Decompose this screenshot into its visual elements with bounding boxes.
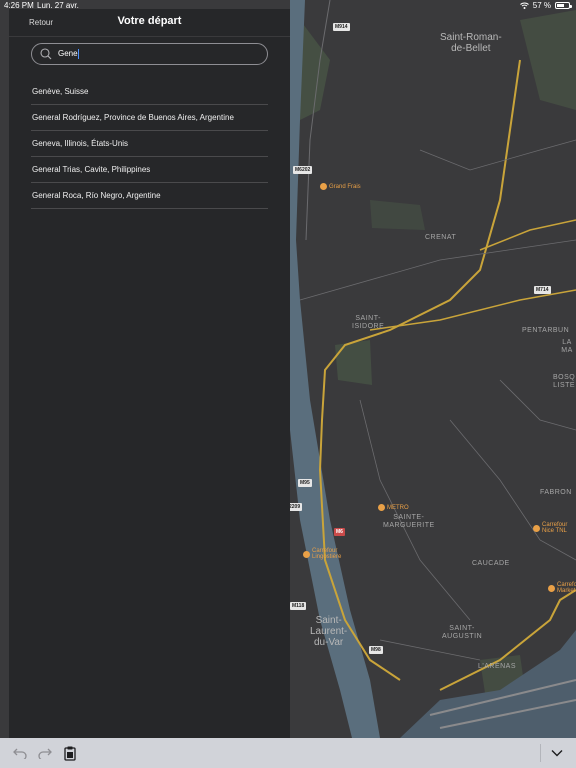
map-label-crenat: CRENAT [425, 234, 457, 241]
keyboard-shortcut-bar [0, 738, 576, 768]
map-label-la-ma: LA MA [561, 339, 573, 354]
search-result-item[interactable]: Genève, Suisse [31, 79, 268, 105]
search-text: Gene [58, 49, 78, 59]
result-label: General Roca, Río Negro, Argentine [32, 191, 161, 200]
map-label-sainte-marguerite: SAINTE- MARGUERITE [383, 514, 435, 529]
result-label: General Trias, Cavite, Philippines [32, 165, 151, 174]
undo-button[interactable] [12, 745, 28, 761]
hide-keyboard-button[interactable] [549, 745, 565, 761]
shopping-icon [320, 183, 327, 190]
map-label-fabron: FABRON [540, 489, 572, 496]
poi-carrefour-market[interactable]: Carrefour Market [548, 582, 576, 594]
battery-percent: 57 % [532, 1, 551, 10]
poi-grand-frais[interactable]: Grand Frais [320, 183, 361, 190]
search-field[interactable]: Gene [31, 43, 268, 65]
search-results: Genève, Suisse General Rodríguez, Provin… [31, 79, 268, 209]
map-label-saint-augustin: SAINT- AUGUSTIN [442, 625, 483, 640]
departure-panel: Retour Votre départ Gene Genève, Suisse … [9, 9, 290, 738]
shopping-icon [548, 584, 555, 592]
redo-icon [38, 748, 52, 759]
clipboard-icon [64, 746, 76, 761]
redo-button[interactable] [37, 745, 53, 761]
poi-label: Carrefour Nice TNL [542, 522, 568, 534]
road-shield-m6202: M6202 [293, 166, 313, 174]
poi-label: Carrefour Lingostière [312, 548, 342, 560]
search-result-item[interactable]: General Rodríguez, Province de Buenos Ai… [31, 105, 268, 131]
chevron-down-icon [551, 750, 563, 757]
panel-header: Retour Votre départ [9, 9, 290, 37]
panel-title: Votre départ [117, 15, 182, 27]
shopping-icon [303, 550, 310, 558]
map-label-arenas: L'ARÉNAS [478, 663, 517, 670]
text-caret [77, 49, 79, 59]
poi-metro[interactable]: METRO [378, 504, 409, 511]
map-label-saint-isidore: SAINT- ISIDORE [352, 315, 385, 330]
status-right: 57 % [519, 1, 572, 10]
toolbar-divider [540, 744, 541, 762]
search-icon [40, 48, 52, 60]
map-label-caucade: CAUCADE [472, 560, 510, 567]
poi-label: Carrefour Market [557, 582, 576, 594]
road-shield-m98: M98 [369, 646, 383, 654]
road-shield-m6: M6 [334, 528, 345, 536]
road-shield-m118: M118 [290, 602, 307, 610]
paste-button[interactable] [62, 745, 78, 761]
undo-icon [13, 748, 27, 759]
search-input-value[interactable]: Gene [58, 49, 79, 59]
road-shield-m95: M95 [298, 479, 312, 487]
poi-carrefour[interactable]: Carrefour Nice TNL [533, 522, 567, 534]
wifi-icon [519, 2, 529, 9]
result-label: General Rodríguez, Province de Buenos Ai… [32, 113, 234, 122]
map-label-bosq: BOSQ LISTE [553, 374, 576, 389]
result-label: Genève, Suisse [32, 87, 89, 96]
search-result-item[interactable]: General Trias, Cavite, Philippines [31, 157, 268, 183]
map-label-saint-laurent: Saint- Laurent- du-Var [310, 615, 348, 648]
poi-carrefour-lingostiere[interactable]: Carrefour Lingostière [303, 548, 341, 560]
shopping-icon [533, 524, 540, 532]
road-shield-m914: M914 [333, 23, 350, 31]
battery-fill [557, 4, 565, 7]
battery-icon [555, 2, 572, 9]
road-shield-m714: M714 [534, 286, 551, 294]
map-label-pentarbin: PENTARBUN [522, 327, 570, 334]
search-result-item[interactable]: General Roca, Río Negro, Argentine [31, 183, 268, 209]
shopping-icon [378, 504, 385, 511]
poi-label: METRO [387, 504, 409, 511]
poi-label: Grand Frais [329, 183, 361, 190]
map-label-saint-roman: Saint-Roman- de-Bellet [440, 32, 502, 54]
result-label: Geneva, Illinois, États-Unis [32, 139, 129, 148]
search-result-item[interactable]: Geneva, Illinois, États-Unis [31, 131, 268, 157]
